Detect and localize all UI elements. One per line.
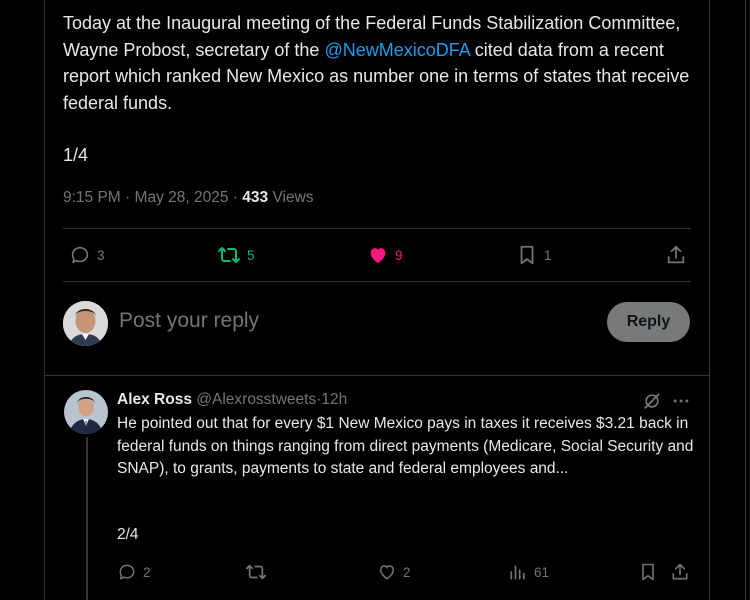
divider bbox=[44, 375, 710, 376]
reply-time[interactable]: 12h bbox=[321, 391, 347, 408]
reply-icon bbox=[119, 564, 135, 580]
grok-icon bbox=[644, 393, 660, 409]
repost-action[interactable]: 5 bbox=[217, 244, 255, 266]
analytics-icon bbox=[510, 565, 525, 580]
reply-header: Alex Ross @Alexrosstweets·12h bbox=[117, 391, 347, 409]
like-action[interactable]: 9 bbox=[367, 244, 403, 266]
bookmark-count: 1 bbox=[544, 247, 552, 263]
mention-link[interactable]: @NewMexicoDFA bbox=[324, 40, 469, 60]
more-icon bbox=[673, 399, 689, 403]
reply-views-count: 61 bbox=[534, 564, 550, 580]
views-count: 433 bbox=[242, 189, 269, 206]
reply-author-handle[interactable]: @Alexrosstweets bbox=[196, 391, 316, 408]
share-action[interactable] bbox=[665, 244, 687, 266]
meta-separator: · bbox=[232, 189, 238, 206]
reply-thread-counter: 2/4 bbox=[117, 526, 139, 543]
share-icon bbox=[667, 245, 685, 264]
divider bbox=[63, 228, 691, 229]
reply-text: He pointed out that for every $1 New Mex… bbox=[117, 415, 694, 478]
avatar-photo-icon bbox=[63, 301, 108, 346]
like-count: 9 bbox=[395, 247, 403, 263]
user-avatar[interactable] bbox=[63, 301, 108, 346]
tweet-meta: 9:15 PM · May 28, 2025 · 433 Views bbox=[63, 189, 314, 207]
repost-icon bbox=[218, 247, 240, 263]
reply-author-avatar[interactable] bbox=[64, 390, 108, 434]
share-icon bbox=[672, 563, 688, 580]
views-label: Views bbox=[272, 189, 314, 206]
repost-icon bbox=[246, 564, 266, 580]
right-panel-edge bbox=[745, 0, 750, 600]
reply-bookmark-action[interactable] bbox=[638, 562, 658, 582]
reply-views-action[interactable]: 61 bbox=[508, 562, 549, 582]
reply-share-action[interactable] bbox=[670, 562, 690, 582]
bookmark-icon bbox=[642, 563, 654, 581]
meta-separator: · bbox=[125, 189, 131, 206]
tweet-time[interactable]: 9:15 PM bbox=[63, 189, 121, 206]
reply-reply-count: 2 bbox=[143, 564, 151, 580]
reply-reply-action[interactable]: 2 bbox=[117, 562, 151, 582]
thread-counter: 1/4 bbox=[63, 145, 89, 165]
divider bbox=[63, 281, 691, 282]
repost-count: 5 bbox=[247, 247, 255, 263]
heart-icon bbox=[379, 565, 395, 580]
tweet-date[interactable]: May 28, 2025 bbox=[135, 189, 229, 206]
reply-author-name[interactable]: Alex Ross bbox=[117, 391, 192, 408]
reply-count: 3 bbox=[97, 247, 105, 263]
reply-like-count: 2 bbox=[403, 564, 411, 580]
reply-like-action[interactable]: 2 bbox=[377, 562, 411, 582]
reply-repost-action[interactable] bbox=[245, 562, 273, 582]
reply-action[interactable]: 3 bbox=[69, 244, 105, 266]
heart-filled-icon bbox=[370, 248, 386, 264]
thread-line bbox=[86, 437, 88, 600]
reply-button[interactable]: Reply bbox=[607, 302, 690, 342]
reply-input[interactable]: Post your reply bbox=[119, 309, 259, 333]
reply-icon bbox=[71, 246, 89, 264]
bookmark-action[interactable]: 1 bbox=[516, 244, 552, 266]
avatar-photo-icon bbox=[64, 390, 108, 434]
tweet-text: Today at the Inaugural meeting of the Fe… bbox=[63, 10, 693, 116]
bookmark-icon bbox=[520, 245, 534, 265]
